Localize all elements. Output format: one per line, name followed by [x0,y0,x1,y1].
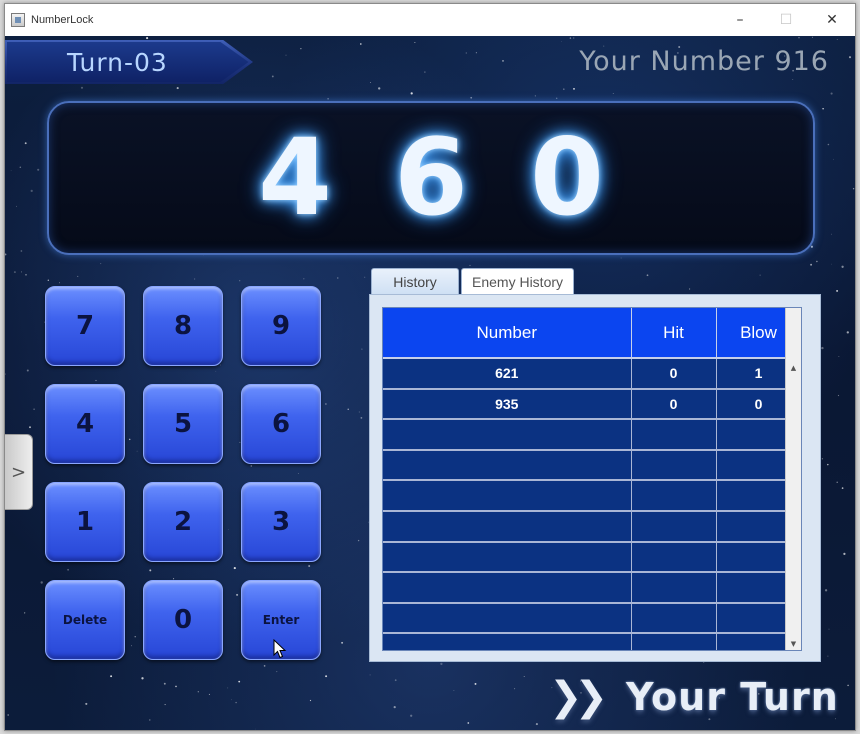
key-0[interactable]: 0 [143,580,223,660]
cell-number [383,449,632,482]
key-8[interactable]: 8 [143,286,223,366]
maximize-button[interactable]: ☐ [763,4,809,36]
delete-button[interactable]: Delete [45,580,125,660]
cell-hit [631,510,717,543]
turn-status-label: Your Turn [626,675,839,719]
cell-number [383,633,632,650]
double-chevron-icon: ❯❯ [549,674,608,720]
cell-hit [631,449,717,482]
cell-number [383,419,632,451]
column-header-number[interactable]: Number [383,308,632,359]
history-scrollbar[interactable]: ▲ ▼ [785,308,801,650]
history-table-body: 621 0 1 935 0 0 [383,358,801,650]
history-panel: Number Hit Blow 621 0 1 935 0 0 ▲ ▼ [369,294,821,662]
key-1[interactable]: 1 [45,482,125,562]
minimize-button[interactable]: – [717,4,763,36]
key-7[interactable]: 7 [45,286,125,366]
cell-hit [631,419,717,451]
table-header-row: Number Hit Blow [383,308,801,359]
table-row[interactable] [383,541,801,574]
key-3[interactable]: 3 [241,482,321,562]
scroll-down-icon[interactable]: ▼ [789,640,798,648]
cell-number [383,602,632,635]
game-area: Turn-03 Your Number 916 4 6 0 7 8 9 4 5 … [5,36,855,730]
table-row[interactable] [383,449,801,482]
history-table: Number Hit Blow 621 0 1 935 0 0 [383,308,801,650]
table-row[interactable] [383,572,801,604]
cell-number [383,480,632,512]
title-bar[interactable]: NumberLock – ☐ ✕ [5,4,855,36]
key-4[interactable]: 4 [45,384,125,464]
table-row[interactable] [383,419,801,451]
key-2[interactable]: 2 [143,482,223,562]
side-panel-toggle[interactable]: > [5,434,33,510]
column-header-hit[interactable]: Hit [631,308,717,359]
turn-label: Turn-03 [67,47,168,77]
history-table-container: Number Hit Blow 621 0 1 935 0 0 ▲ ▼ [382,307,802,651]
cell-number [383,572,632,604]
cell-hit [631,541,717,574]
your-number-label: Your Number 916 [579,46,829,77]
cell-hit [631,572,717,604]
scroll-up-icon[interactable]: ▲ [789,364,798,372]
app-window: NumberLock – ☐ ✕ Turn-03 Your Number 916… [4,3,856,731]
table-row[interactable] [383,480,801,512]
cell-hit [631,633,717,650]
window-title: NumberLock [31,14,94,26]
key-6[interactable]: 6 [241,384,321,464]
turn-status: ❯❯ Your Turn [549,674,839,720]
cell-hit: 0 [631,358,717,390]
table-row[interactable] [383,602,801,635]
window-controls: – ☐ ✕ [717,4,855,36]
app-icon [11,13,25,27]
close-button[interactable]: ✕ [809,4,855,36]
display-digit-3: 0 [530,116,604,239]
cell-hit [631,602,717,635]
table-row[interactable] [383,510,801,543]
cell-number [383,510,632,543]
cell-number: 621 [383,358,632,390]
key-9[interactable]: 9 [241,286,321,366]
guess-display: 4 6 0 [47,101,815,255]
table-row[interactable]: 621 0 1 [383,358,801,390]
cell-number: 935 [383,388,632,421]
key-5[interactable]: 5 [143,384,223,464]
tab-enemy-history[interactable]: Enemy History [461,268,575,294]
display-digit-1: 4 [258,116,332,239]
history-tabs: History Enemy History [371,268,575,294]
cell-hit: 0 [631,388,717,421]
cell-number [383,541,632,574]
mouse-pointer-icon [273,639,287,659]
cell-hit [631,480,717,512]
turn-banner: Turn-03 [5,40,253,84]
table-row[interactable]: 935 0 0 [383,388,801,421]
display-digit-2: 6 [394,116,468,239]
tab-history[interactable]: History [371,268,459,294]
table-row[interactable] [383,633,801,650]
